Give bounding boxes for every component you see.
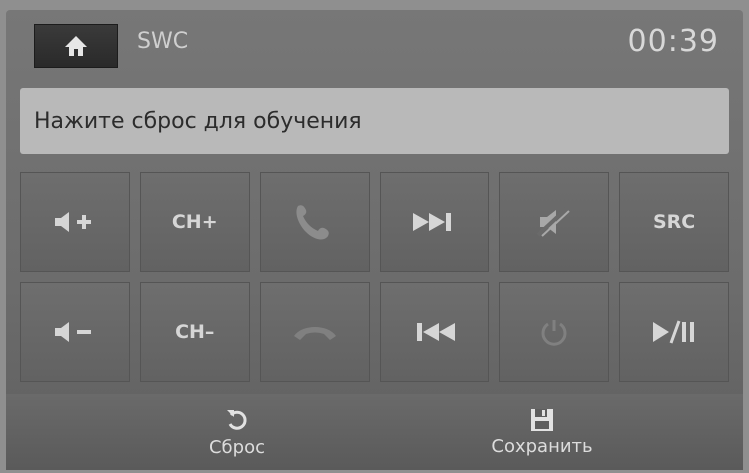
power-button[interactable] <box>499 282 610 382</box>
mute-icon <box>534 207 574 237</box>
next-track-button[interactable] <box>379 172 490 272</box>
channel-up-button[interactable]: CH+ <box>139 172 250 272</box>
screen-title: SWC <box>137 29 189 54</box>
previous-track-icon <box>411 321 457 343</box>
mute-button[interactable] <box>499 172 610 272</box>
clock: 00:39 <box>627 24 719 59</box>
instruction-text: Нажите сброс для обучения <box>34 108 362 134</box>
save-button[interactable]: Сохранить <box>472 400 612 464</box>
phone-icon <box>290 202 340 242</box>
reset-icon <box>224 407 250 433</box>
instruction-bar: Нажите сброс для обучения <box>20 88 729 154</box>
hangup-icon <box>290 320 340 344</box>
reset-label: Сброс <box>208 436 265 458</box>
channel-up-label: CH+ <box>171 211 218 233</box>
save-label: Сохранить <box>491 435 593 457</box>
channel-down-button[interactable]: CH– <box>139 282 250 382</box>
previous-track-button[interactable] <box>379 282 490 382</box>
volume-down-icon <box>53 320 97 344</box>
save-icon <box>530 408 554 432</box>
home-button[interactable] <box>34 24 118 68</box>
call-hangup-button[interactable] <box>259 282 370 382</box>
volume-down-button[interactable] <box>20 282 130 382</box>
footer-bar: Сброс Сохранить <box>6 394 743 470</box>
channel-down-label: CH– <box>175 321 215 343</box>
next-track-icon <box>411 211 457 233</box>
volume-up-icon <box>53 210 97 234</box>
swc-screen: SWC 00:39 Нажите сброс для обучения CH+ <box>6 10 743 470</box>
source-button[interactable]: SRC <box>619 172 729 272</box>
source-label: SRC <box>652 211 696 233</box>
play-pause-icon <box>651 320 697 344</box>
volume-up-button[interactable] <box>20 172 130 272</box>
power-icon <box>539 317 569 347</box>
call-answer-button[interactable] <box>259 172 370 272</box>
home-icon <box>63 34 89 58</box>
key-grid: CH+ SRC CH– <box>20 172 729 382</box>
header-bar: SWC 00:39 <box>6 10 743 74</box>
play-pause-button[interactable] <box>619 282 729 382</box>
reset-button[interactable]: Сброс <box>167 400 307 464</box>
